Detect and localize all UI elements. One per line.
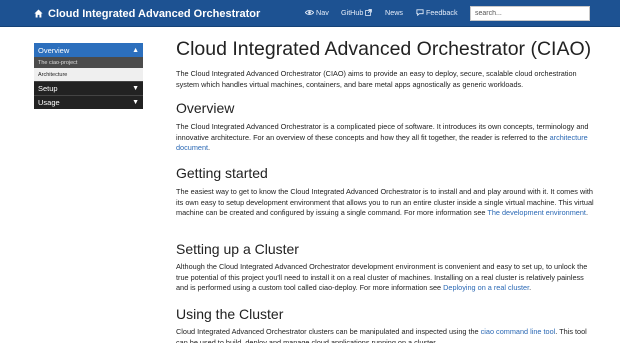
top-navbar: Cloud Integrated Advanced Orchestrator N… bbox=[0, 0, 620, 27]
sidebar-item-architecture[interactable]: Architecture bbox=[34, 68, 143, 81]
sidebar-item-label: Setup bbox=[38, 84, 58, 93]
using-cluster-paragraph: Cloud Integrated Advanced Orchestrator c… bbox=[176, 327, 587, 343]
ciao-command-line-tool-link[interactable]: ciao command line tool bbox=[481, 327, 556, 336]
sidebar-item-usage[interactable]: Usage ▼ bbox=[34, 95, 143, 109]
triangle-down-icon: ▼ bbox=[132, 99, 139, 106]
sidebar-item-label: Overview bbox=[38, 45, 70, 55]
triangle-up-icon: ▲ bbox=[132, 46, 139, 54]
nav-link-nav[interactable]: Nav bbox=[305, 8, 329, 17]
nav-link-label: GitHub bbox=[341, 8, 364, 17]
getting-started-heading: Getting started bbox=[176, 165, 268, 181]
intro-paragraph: The Cloud Integrated Advanced Orchestrat… bbox=[176, 69, 577, 89]
main-content: Cloud Integrated Advanced Orchestrator (… bbox=[176, 38, 596, 343]
nav-link-label: News bbox=[385, 8, 403, 17]
getting-started-paragraph: The easiest way to get to know the Cloud… bbox=[176, 187, 594, 217]
setting-up-cluster-paragraph: Although the Cloud Integrated Advanced O… bbox=[176, 262, 588, 292]
sidebar-item-label: The ciao-project bbox=[38, 59, 78, 66]
brand-link[interactable]: Cloud Integrated Advanced Orchestrator bbox=[34, 0, 260, 27]
comment-icon bbox=[416, 9, 424, 16]
nav-link-feedback[interactable]: Feedback bbox=[416, 8, 458, 17]
home-icon bbox=[34, 9, 43, 18]
search-input[interactable] bbox=[470, 6, 590, 21]
nav-link-label: Feedback bbox=[426, 8, 458, 17]
brand-title: Cloud Integrated Advanced Orchestrator bbox=[48, 7, 261, 20]
nav-link-news[interactable]: News bbox=[385, 8, 403, 17]
sidebar: Overview ▲ The ciao-project Architecture… bbox=[34, 43, 143, 109]
sidebar-item-setup[interactable]: Setup ▼ bbox=[34, 81, 143, 95]
nav-link-github[interactable]: GitHub bbox=[341, 8, 374, 17]
overview-paragraph: The Cloud Integrated Advanced Orchestrat… bbox=[176, 122, 589, 152]
triangle-down-icon: ▼ bbox=[132, 85, 139, 92]
deploying-real-cluster-link[interactable]: Deploying on a real cluster bbox=[443, 283, 529, 292]
page-title: Cloud Integrated Advanced Orchestrator (… bbox=[176, 38, 592, 60]
setting-up-cluster-heading: Setting up a Cluster bbox=[176, 241, 299, 257]
development-environment-link[interactable]: The development environment bbox=[487, 208, 586, 217]
sidebar-item-ciao-project[interactable]: The ciao-project bbox=[34, 57, 143, 68]
using-cluster-heading: Using the Cluster bbox=[176, 306, 284, 322]
sidebar-item-label: Usage bbox=[38, 98, 60, 107]
eye-icon bbox=[305, 10, 314, 15]
sidebar-item-overview[interactable]: Overview ▲ bbox=[34, 43, 143, 57]
nav-link-label: Nav bbox=[316, 8, 329, 17]
sidebar-item-label: Architecture bbox=[38, 71, 68, 78]
overview-heading: Overview bbox=[176, 100, 235, 116]
external-link-icon bbox=[365, 9, 373, 16]
